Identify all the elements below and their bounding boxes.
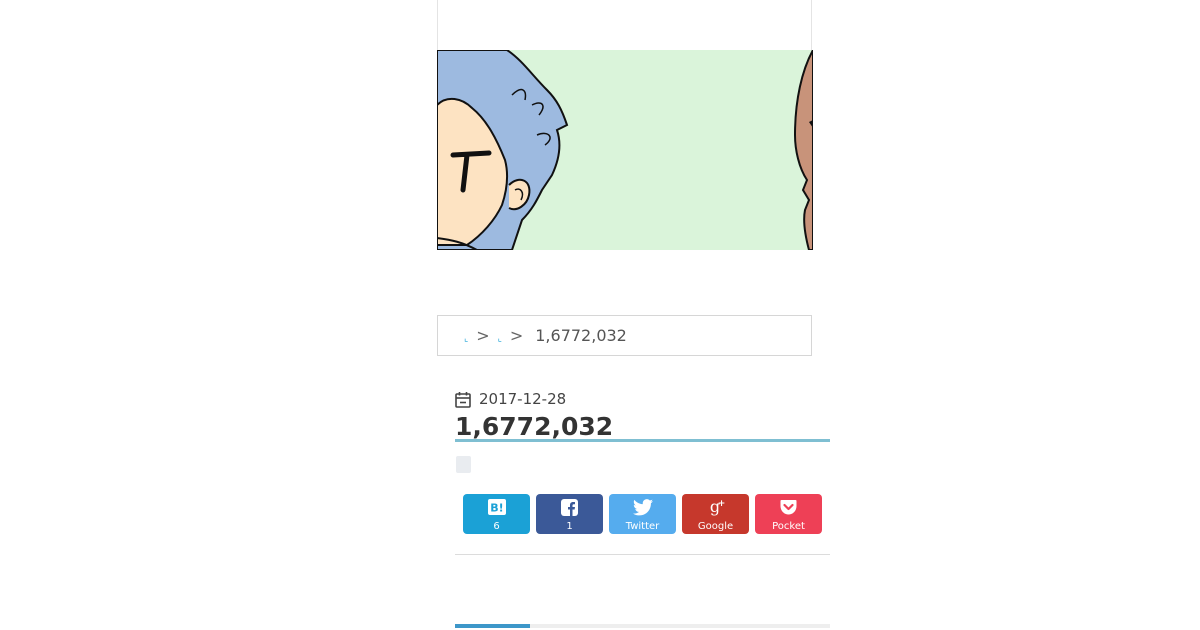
facebook-icon <box>561 497 578 517</box>
pocket-icon <box>780 497 797 517</box>
widget-placeholder <box>456 456 471 473</box>
calendar-icon <box>455 391 471 408</box>
twitter-share-button[interactable]: Twitter <box>609 494 676 534</box>
tab-bar-active-indicator[interactable] <box>455 624 530 628</box>
google-share-label: Google <box>697 521 734 532</box>
pocket-share-button[interactable]: Pocket <box>755 494 822 534</box>
hatena-bookmark-icon: B! <box>487 497 506 517</box>
twitter-icon <box>632 497 653 517</box>
manga-illustration <box>437 50 813 250</box>
breadcrumb-separator: > <box>476 326 490 345</box>
pocket-share-label: Pocket <box>772 521 805 532</box>
breadcrumb-separator: > <box>509 326 524 345</box>
breadcrumb-current: 1,6772,032 <box>535 326 627 345</box>
hatena-share-count: 6 <box>493 521 500 532</box>
breadcrumb-home-link[interactable]: ⌞ <box>464 334 468 344</box>
twitter-share-label: Twitter <box>625 521 660 532</box>
svg-text:+: + <box>717 499 724 509</box>
share-buttons: B! 6 1 Twitter g + Google Pocket <box>463 494 822 534</box>
header-blank-area <box>437 0 812 50</box>
google-plus-icon: g + <box>707 497 724 517</box>
header-illustration <box>437 50 813 250</box>
facebook-share-button[interactable]: 1 <box>536 494 603 534</box>
hatena-share-button[interactable]: B! 6 <box>463 494 530 534</box>
title-underline <box>455 439 830 442</box>
post-date: 2017-12-28 <box>455 389 566 409</box>
divider <box>455 554 830 555</box>
breadcrumb: ⌞ > ⌞ > 1,6772,032 <box>437 315 812 356</box>
breadcrumb-category-link[interactable]: ⌞ <box>498 334 502 344</box>
facebook-share-count: 1 <box>566 521 573 532</box>
post-date-text: 2017-12-28 <box>479 390 567 408</box>
google-plus-share-button[interactable]: g + Google <box>682 494 749 534</box>
svg-text:B!: B! <box>490 502 503 515</box>
